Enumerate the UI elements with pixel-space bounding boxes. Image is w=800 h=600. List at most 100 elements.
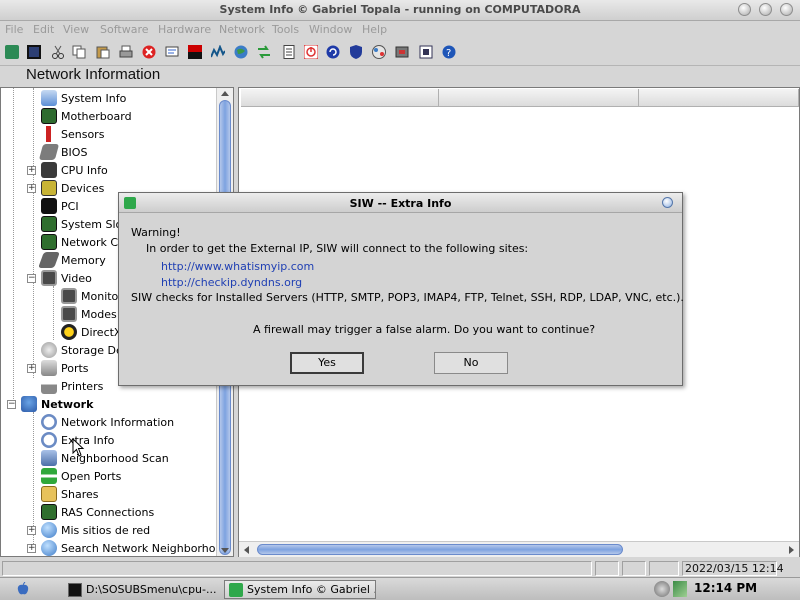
taskbar: D:\SOSUBSmenu\cpu-... System Info © Gabr… — [0, 577, 800, 600]
chart-icon[interactable] — [210, 44, 226, 60]
tree-item-label: Open Ports — [61, 469, 122, 483]
scrollbar-thumb[interactable] — [257, 544, 623, 555]
menu-help[interactable]: Help — [362, 23, 387, 36]
tree-item-label: RAS Connections — [61, 505, 155, 519]
scroll-down-icon[interactable] — [221, 548, 229, 553]
cut-icon[interactable] — [50, 44, 66, 60]
tree-item-search-network-neighborhood[interactable]: Search Network Neighborhood — [41, 539, 229, 556]
tree-item-label: DirectX — [81, 325, 122, 339]
tree-item-memory[interactable]: Memory — [38, 251, 106, 269]
dialog-title-bar[interactable]: SIW -- Extra Info — [119, 193, 682, 213]
tree-item-network-cards[interactable]: Network Ca — [41, 233, 125, 251]
color-icon[interactable] — [187, 44, 203, 60]
tree-item-printers[interactable]: Printers — [41, 377, 103, 395]
volume-icon[interactable] — [654, 581, 670, 597]
tree-item-label: Extra Info — [61, 433, 115, 447]
scroll-left-icon[interactable] — [244, 546, 249, 554]
tree-item-video[interactable]: Video — [41, 269, 92, 287]
monitor-icon — [41, 90, 57, 106]
dialog-close-button[interactable] — [662, 197, 673, 208]
expand-toggle[interactable]: + — [27, 526, 36, 535]
directx-icon — [61, 324, 77, 340]
power-icon[interactable] — [303, 44, 319, 60]
column-header[interactable] — [439, 89, 639, 107]
menu-hardware[interactable]: Hardware — [158, 23, 211, 36]
paste-icon[interactable] — [95, 44, 111, 60]
whatismyip-link[interactable]: http://www.whatismyip.com — [161, 259, 314, 275]
status-datetime: 2022/03/15 12:14 — [685, 562, 784, 575]
taskbar-clock[interactable]: 12:14 PM — [694, 581, 757, 595]
apple-menu-icon[interactable] — [16, 581, 30, 596]
maximize-button[interactable] — [759, 3, 772, 16]
tree-item-modes[interactable]: Modes — [61, 305, 117, 323]
tree-item-label: Shares — [61, 487, 99, 501]
expand-toggle[interactable]: + — [27, 184, 36, 193]
expand-toggle[interactable]: + — [27, 364, 36, 373]
ports-icon — [41, 360, 57, 376]
exit-icon[interactable] — [4, 44, 20, 60]
menu-tools[interactable]: Tools — [272, 23, 299, 36]
tree-item-bios[interactable]: BIOS — [38, 143, 88, 161]
menu-view[interactable]: View — [63, 23, 89, 36]
network-icon[interactable] — [371, 44, 387, 60]
tree-item-mis-sitios-de-red[interactable]: Mis sitios de red — [41, 521, 150, 539]
horizontal-scrollbar[interactable] — [239, 541, 799, 557]
tree-item-network[interactable]: Network — [21, 395, 93, 413]
tree-item-motherboard[interactable]: Motherboard — [41, 107, 132, 125]
help-icon[interactable]: ? — [441, 44, 457, 60]
menu-window[interactable]: Window — [309, 23, 352, 36]
message-icon[interactable] — [164, 44, 180, 60]
checkip-link[interactable]: http://checkip.dyndns.org — [161, 275, 302, 291]
tree-item-cpu-info[interactable]: CPU Info — [41, 161, 108, 179]
column-header[interactable] — [241, 89, 439, 107]
tree-item-ports[interactable]: Ports — [41, 359, 89, 377]
scroll-up-icon[interactable] — [221, 91, 229, 96]
tree-item-system-info[interactable]: System Info — [41, 89, 126, 107]
menu-network[interactable]: Network — [219, 23, 265, 36]
copy-icon[interactable] — [71, 44, 87, 60]
collapse-toggle[interactable]: − — [7, 400, 16, 409]
expand-toggle[interactable]: + — [27, 166, 36, 175]
tree-item-label: Printers — [61, 379, 104, 393]
tree-item-sensors[interactable]: Sensors — [41, 125, 104, 143]
close-button[interactable] — [780, 3, 793, 16]
yes-button[interactable]: Yes — [290, 352, 364, 374]
save-icon[interactable] — [26, 44, 42, 60]
tree-item-ras-connections[interactable]: RAS Connections — [41, 503, 154, 521]
no-button[interactable]: No — [434, 352, 508, 374]
shield-icon[interactable] — [348, 44, 364, 60]
menu-software[interactable]: Software — [100, 23, 149, 36]
tree-item-directx[interactable]: DirectX — [61, 323, 121, 341]
tree-item-devices[interactable]: Devices — [41, 179, 104, 197]
menu-edit[interactable]: Edit — [33, 23, 54, 36]
globe-icon[interactable] — [233, 44, 249, 60]
network-icon — [21, 396, 37, 412]
tree-item-neighborhood-scan[interactable]: Neighborhood Scan — [41, 449, 169, 467]
document-icon[interactable] — [281, 44, 297, 60]
network-tray-icon[interactable] — [673, 581, 687, 597]
menu-file[interactable]: File — [5, 23, 23, 36]
tree-item-label: BIOS — [61, 145, 88, 159]
collapse-toggle[interactable]: − — [27, 274, 36, 283]
tree-item-network-information[interactable]: Network Information — [41, 413, 174, 431]
hardware-icon[interactable] — [394, 44, 410, 60]
globe-icon — [41, 540, 57, 556]
tree-item-pci[interactable]: PCI — [41, 197, 79, 215]
minimize-button[interactable] — [738, 3, 751, 16]
refresh-icon[interactable] — [325, 44, 341, 60]
tree-item-open-ports[interactable]: Open Ports — [41, 467, 121, 485]
tree-item-storage-devices[interactable]: Storage De — [41, 341, 123, 359]
scroll-right-icon[interactable] — [789, 546, 794, 554]
settings-icon[interactable] — [418, 44, 434, 60]
expand-toggle[interactable]: + — [27, 544, 36, 553]
taskbar-item-system-info[interactable]: System Info © Gabriel ... — [224, 580, 376, 599]
print-icon[interactable] — [118, 44, 134, 60]
tree-item-system-slots[interactable]: System Slo — [41, 215, 122, 233]
tree-item-monitor[interactable]: Monitor — [61, 287, 123, 305]
transfer-icon[interactable] — [256, 44, 272, 60]
column-header[interactable] — [639, 89, 799, 107]
stop-icon[interactable] — [141, 44, 157, 60]
taskbar-item-command-prompt[interactable]: D:\SOSUBSmenu\cpu-... — [64, 580, 216, 599]
tree-item-shares[interactable]: Shares — [41, 485, 98, 503]
svg-text:?: ? — [446, 48, 451, 59]
